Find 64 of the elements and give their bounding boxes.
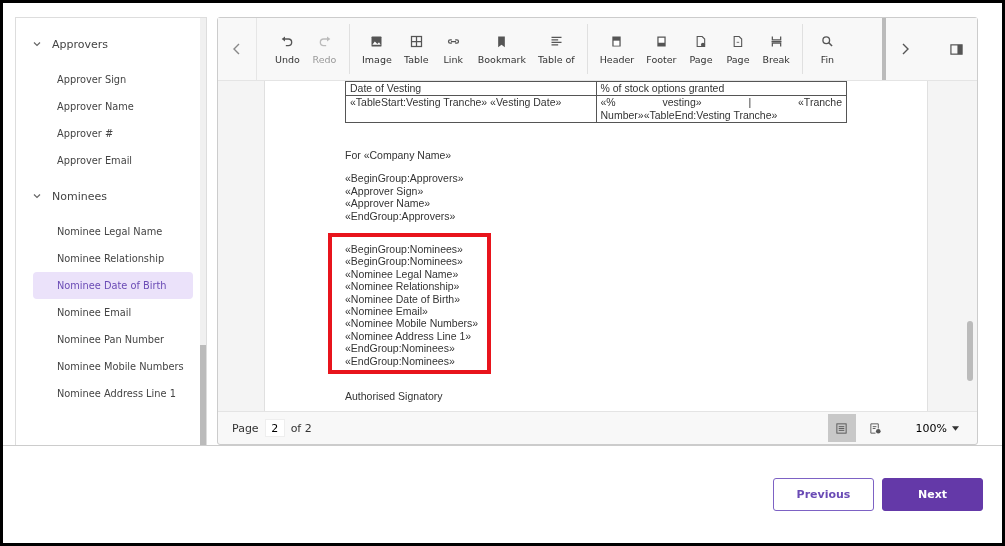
tree-item[interactable]: Nominee Relationship (33, 245, 193, 272)
scrollbar-thumb[interactable] (200, 345, 206, 445)
toolbar-button[interactable]: Page (682, 24, 720, 74)
tree-item[interactable]: Approver Sign (33, 66, 193, 93)
chevron-right-icon[interactable] (900, 42, 910, 56)
page-icon (835, 421, 849, 435)
toolbar-button[interactable]: Link (434, 24, 472, 74)
toolbar-button[interactable]: Fin (808, 24, 846, 74)
merge-field-text: «Nominee Address Line 1» (345, 329, 473, 343)
merge-field-text: «Nominee Date of Birth» (345, 292, 461, 306)
merge-field-text: «BeginGroup:Nominees» (345, 243, 464, 256)
chevron-left-icon[interactable] (232, 42, 242, 56)
document-icon (869, 421, 883, 435)
tree-item[interactable]: Nominee Mobile Numbers (33, 353, 193, 380)
toolbar-button[interactable]: Image (356, 24, 398, 74)
table-cell: «% vesting» | «Tranche Number»«TableEnd:Vesting Tranche» (596, 95, 847, 123)
toolbar-button[interactable]: Page (719, 24, 757, 74)
merge-field-text: For «Company Name» (345, 149, 453, 162)
merge-field-text: «Nominee Mobile Numbers» (345, 317, 480, 330)
merge-field-text: «Approver Name» (345, 197, 432, 210)
tree-item[interactable]: Approver # (33, 120, 193, 147)
chevron-icon (32, 191, 42, 201)
search-icon (819, 33, 835, 49)
table-cell: % of stock options granted (596, 81, 847, 96)
tree-item[interactable]: Approver Name (33, 93, 193, 120)
merge-field-text: «BeginGroup:Approvers» (345, 172, 465, 185)
merge-field-text: «BeginGroup:Nominees» (345, 255, 464, 268)
toolbar-button[interactable]: Table (397, 24, 435, 74)
merge-field-text: «EndGroup:Approvers» (345, 209, 457, 223)
next-button[interactable]: Next (882, 478, 983, 511)
tree-item[interactable]: Nominee Pan Number (33, 326, 193, 353)
tree-item[interactable]: Approver Email (33, 147, 193, 174)
table-icon (408, 33, 424, 49)
toolbar-button[interactable]: Bookmark (471, 24, 532, 74)
page-number-field[interactable]: 2 (264, 419, 285, 437)
merge-field-text: «Nominee Legal Name» (345, 267, 460, 281)
toolbar-button[interactable]: Table of (531, 24, 581, 74)
tree-item[interactable]: Nominee Legal Name (33, 218, 193, 245)
caret-icon (952, 425, 959, 431)
merge-field-text: «EndGroup:Nominees» (345, 342, 456, 355)
previous-button[interactable]: Previous (773, 478, 874, 511)
merge-field-text: «Nominee Email» (345, 305, 429, 318)
tree-item[interactable]: Nominee Date of Birth (33, 272, 193, 299)
toolbar-button[interactable]: Header (593, 24, 641, 74)
table-cell: Date of Vesting (345, 81, 596, 96)
tree-item[interactable]: Nominee Address Line 1 (33, 380, 193, 407)
scrollbar-thumb[interactable] (967, 321, 973, 381)
page-label: Page (232, 421, 259, 435)
print-layout-button[interactable] (827, 414, 856, 442)
page-count: of 2 (290, 421, 312, 435)
tree-group[interactable]: Nominees (32, 184, 200, 208)
toolbar-button[interactable]: Footer (640, 24, 683, 74)
table-cell: «TableStart:Vesting Tranche» «Vesting Date» (345, 95, 596, 123)
merge-field-text: Authorised Signatory (345, 390, 444, 403)
tree-item[interactable]: Nominee Email (33, 299, 193, 326)
side-pane-icon[interactable] (950, 42, 963, 56)
merge-field-text: «Nominee Relationship» (345, 280, 461, 293)
chevron-icon (32, 39, 42, 49)
tree-group[interactable]: Approvers (32, 32, 200, 56)
zoom-dropdown[interactable]: 100% (909, 420, 965, 436)
merge-field-text: «Approver Sign» (345, 184, 425, 198)
merge-field-text: «EndGroup:Nominees» (345, 354, 456, 368)
toolbar-button[interactable]: Break (756, 24, 796, 74)
toolbar-button[interactable]: Undo (269, 24, 306, 74)
